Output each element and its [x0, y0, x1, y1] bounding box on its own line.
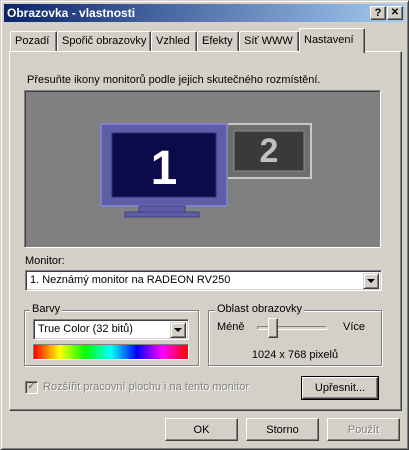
monitor-2-icon[interactable]: 2: [226, 123, 312, 179]
extend-desktop-label: Rozšířit pracovní plochu i na tento moni…: [43, 381, 250, 393]
tab-appearance[interactable]: Vzhled: [151, 31, 197, 51]
monitor-2-number: 2: [260, 132, 279, 170]
tab-background[interactable]: Pozadí: [10, 31, 57, 51]
display-properties-window: Obrazovka - vlastnosti ? ✕ Pozadí Spořič…: [0, 0, 409, 450]
close-button[interactable]: ✕: [387, 6, 403, 20]
slider-more-label: Více: [343, 321, 366, 333]
ok-button[interactable]: OK: [165, 418, 238, 441]
screen-area-group-title: Oblast obrazovky: [215, 303, 304, 315]
apply-button[interactable]: Použít: [327, 418, 400, 441]
resolution-slider-thumb[interactable]: [268, 318, 278, 338]
extend-desktop-checkbox[interactable]: ✓: [25, 381, 38, 394]
monitor-1-icon[interactable]: 1: [100, 123, 228, 218]
slider-less-label: Méně: [217, 321, 245, 333]
monitor-arrangement-graphic: 2 1: [100, 123, 312, 218]
colors-select-value: True Color (32 bitů): [38, 323, 133, 335]
colors-select[interactable]: True Color (32 bitů): [33, 319, 189, 340]
help-button[interactable]: ?: [370, 6, 386, 20]
instruction-text: Přesuňte ikony monitorů podle jejich sku…: [27, 74, 321, 86]
tab-web[interactable]: Síť WWW: [239, 31, 299, 51]
monitor-select-value: 1. Neznámý monitor na RADEON RV250: [30, 274, 231, 286]
monitor-arrangement-area: 2 1: [24, 90, 381, 248]
cancel-button[interactable]: Storno: [246, 418, 319, 441]
tab-settings[interactable]: Nastavení: [299, 28, 365, 53]
monitor-label: Monitor:: [25, 255, 65, 267]
chevron-down-icon[interactable]: [170, 322, 186, 338]
title-bar[interactable]: Obrazovka - vlastnosti ? ✕: [4, 4, 405, 22]
chevron-down-icon[interactable]: [363, 273, 379, 289]
advanced-button[interactable]: Upřesnit...: [301, 376, 379, 400]
tab-screensaver[interactable]: Spořič obrazovky: [57, 31, 151, 51]
resolution-value: 1024 x 768 pixelů: [251, 349, 339, 361]
color-palette-preview: [33, 344, 189, 360]
monitor-select[interactable]: 1. Neznámý monitor na RADEON RV250: [25, 270, 382, 291]
colors-group-title: Barvy: [30, 303, 63, 315]
monitor-1-number: 1: [151, 142, 178, 195]
window-title: Obrazovka - vlastnosti: [7, 6, 136, 20]
tab-effects[interactable]: Efekty: [197, 31, 239, 51]
